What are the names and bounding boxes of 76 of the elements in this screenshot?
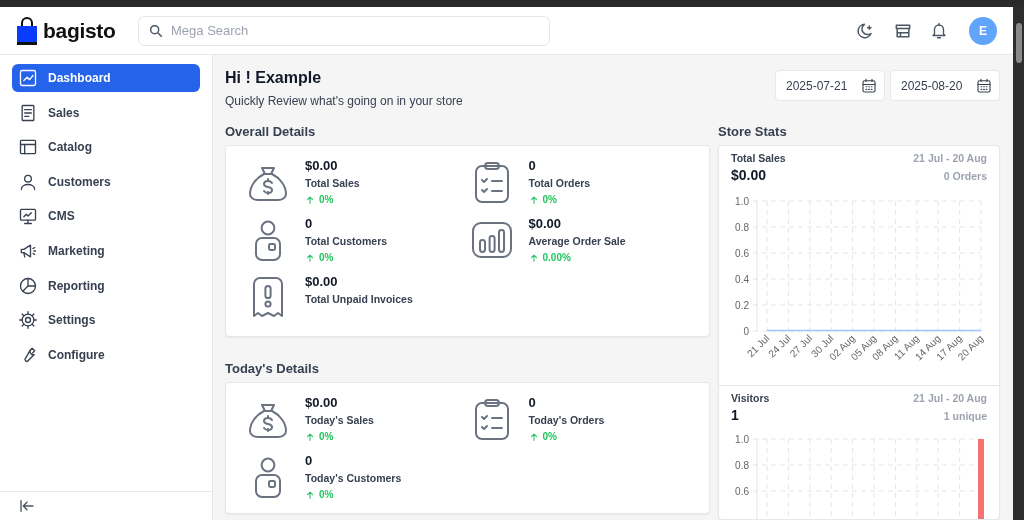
search-field[interactable]: Mega Search <box>138 15 550 46</box>
calendar-icon <box>860 76 878 95</box>
section-title: Overall Details <box>225 124 317 139</box>
change-percent: 0% <box>319 431 334 442</box>
up-arrow-icon <box>528 194 539 205</box>
axis-tick-label: 0.8 <box>735 221 749 233</box>
change-percent: 0% <box>542 431 557 442</box>
panel-value: 1 <box>731 407 740 423</box>
stat-value: 0 <box>528 395 537 410</box>
scrollbar[interactable] <box>1013 7 1024 520</box>
sidebar-item[interactable]: Settings <box>12 306 200 335</box>
end-date-field[interactable]: 2025-08-20 <box>890 70 1000 101</box>
logo-bag-icon <box>16 16 38 45</box>
panel-title: Visitors <box>731 392 770 404</box>
change-percent: 0% <box>319 194 334 205</box>
panel-value: $0.00 <box>731 167 768 183</box>
panel-note: 1 unique <box>942 410 987 422</box>
bell-icon[interactable] <box>930 20 948 41</box>
greeting-title: Hi ! Example <box>225 69 323 87</box>
axis-tick-label: 0.4 <box>735 273 749 285</box>
start-date-field[interactable]: 2025-07-21 <box>775 70 885 101</box>
sidebar-item[interactable]: Catalog <box>12 133 200 162</box>
logo-text: bagisto <box>43 18 116 43</box>
greeting-subtitle: Quickly Review what's going on in your store <box>225 94 463 108</box>
section-title: Today's Details <box>225 361 320 376</box>
calendar-icon <box>975 76 993 95</box>
date-range-text: 21 Jul - 20 Aug <box>913 152 987 164</box>
sidebar-item[interactable]: Customers <box>12 167 200 196</box>
up-arrow-icon <box>305 194 315 205</box>
sidebar-item[interactable]: CMS <box>12 202 200 231</box>
stat-label: Average Order Sale <box>528 235 626 247</box>
sidebar-item[interactable]: Marketing <box>12 236 200 265</box>
stat-label: Today's Sales <box>305 414 374 426</box>
collapse-icon[interactable] <box>18 497 36 515</box>
pie-chart-icon <box>18 275 38 296</box>
section-title: Store Stats <box>718 124 788 139</box>
sidebar-item[interactable]: Configure <box>12 340 200 369</box>
stat-label: Total Sales <box>305 177 360 189</box>
search-icon <box>148 22 164 39</box>
up-arrow-icon <box>305 431 315 442</box>
stat-value: $0.00 <box>305 274 339 289</box>
axis-tick-label: 0 <box>743 325 749 337</box>
axis-tick-label: 1.0 <box>735 433 749 445</box>
stat-value: 0 <box>305 453 314 468</box>
monitor-icon <box>18 206 38 227</box>
axis-tick-label: 0.2 <box>735 299 749 311</box>
stat-value: $0.00 <box>305 395 339 410</box>
up-arrow-icon <box>528 431 539 442</box>
stat-value: $0.00 <box>305 158 339 173</box>
panel-note: 0 Orders <box>942 170 987 182</box>
change-percent: 0.00% <box>542 252 571 263</box>
change-percent: 0% <box>319 252 334 263</box>
change-percent: 0% <box>542 194 557 205</box>
stat-label: Total Customers <box>305 235 388 247</box>
sidebar-item[interactable]: Dashboard <box>12 64 200 92</box>
stat-label: Total Unpaid Invoices <box>305 293 413 305</box>
sidebar-item[interactable]: Sales <box>12 98 200 127</box>
axis-tick-label: 0.6 <box>735 247 749 259</box>
settings-icon <box>18 310 38 331</box>
stat-value: 0 <box>528 158 537 173</box>
axis-tick-label: 1.0 <box>735 195 749 207</box>
axis-tick-label: 0.8 <box>735 459 749 471</box>
change-percent: 0% <box>319 489 334 500</box>
panel-title: Total Sales <box>731 152 786 164</box>
up-arrow-icon <box>305 489 315 500</box>
sidebar-item[interactable]: Reporting <box>12 271 200 300</box>
stat-label: Today's Orders <box>528 414 605 426</box>
chart-icon <box>18 68 38 88</box>
stat-value: $0.00 <box>528 216 563 231</box>
up-arrow-icon <box>305 252 315 263</box>
axis-tick-label: 0.6 <box>735 485 749 497</box>
date-range-text: 21 Jul - 20 Aug <box>913 392 987 404</box>
stat-label: Today's Customers <box>305 472 402 484</box>
stat-value: 0 <box>305 216 314 231</box>
up-arrow-icon <box>528 252 539 263</box>
stat-label: Total Orders <box>528 177 591 189</box>
